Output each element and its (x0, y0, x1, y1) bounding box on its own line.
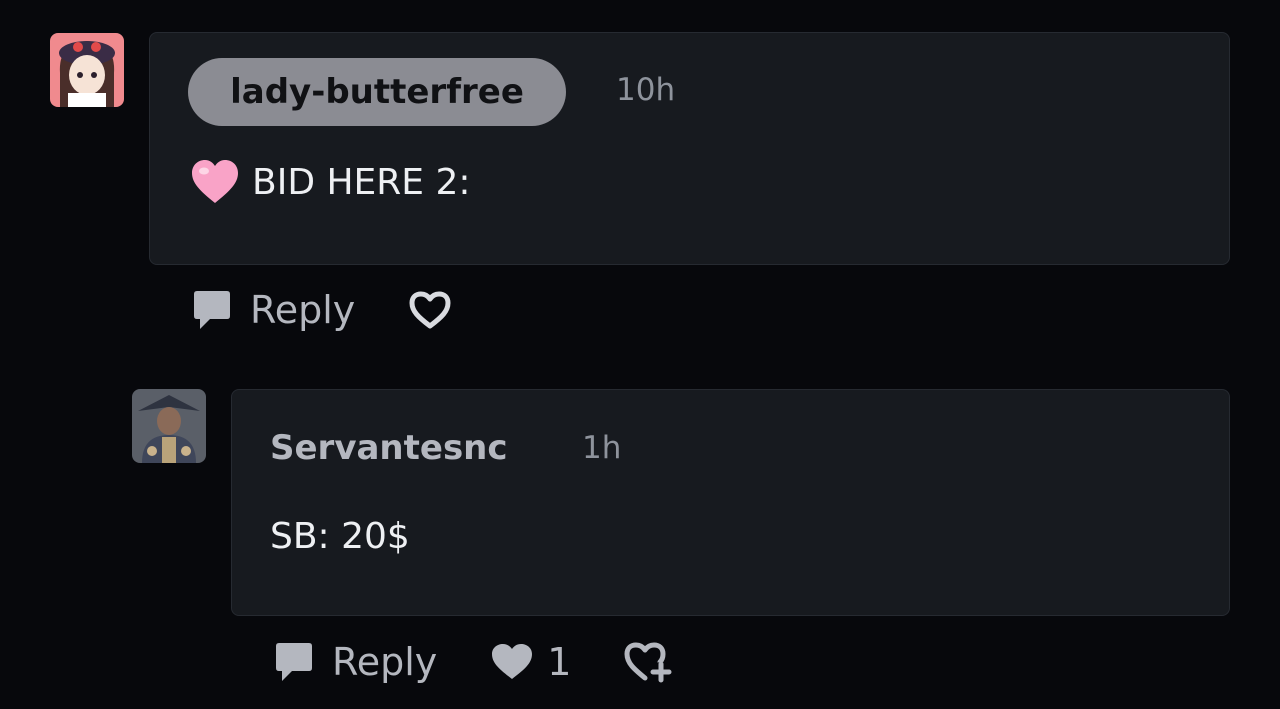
avatar[interactable] (50, 33, 124, 107)
comment-timestamp[interactable]: 10h (616, 72, 675, 108)
add-reaction-button[interactable] (623, 640, 673, 684)
comment-author-link[interactable]: lady-butterfree (188, 58, 566, 126)
comment-card (231, 389, 1230, 616)
heart-filled-icon (492, 644, 533, 679)
speech-bubble-icon (194, 291, 230, 329)
heart-outline-icon (409, 291, 451, 329)
like-button[interactable]: 1 (489, 640, 571, 684)
comment-actions: Reply (190, 286, 453, 334)
avatar[interactable] (132, 389, 206, 463)
comment-author-link[interactable]: Servantesnc (270, 428, 508, 468)
pink-heart-emoji-icon (192, 160, 238, 203)
reply-button[interactable]: Reply (190, 288, 355, 332)
like-button[interactable] (407, 289, 453, 331)
comment-body: SB: 20$ (270, 510, 410, 562)
heart-plus-icon (624, 642, 672, 683)
comment-actions: Reply 1 (272, 638, 673, 686)
comment-text: SB: 20$ (270, 515, 410, 557)
comment-timestamp[interactable]: 1h (582, 430, 621, 466)
like-count: 1 (547, 640, 572, 684)
comment-body: BID HERE 2: (190, 156, 471, 208)
reply-button[interactable]: Reply (272, 640, 437, 684)
speech-bubble-icon (276, 643, 312, 681)
comment-text: BID HERE 2: (252, 161, 471, 203)
reply-label: Reply (332, 640, 438, 684)
reply-label: Reply (250, 288, 356, 332)
